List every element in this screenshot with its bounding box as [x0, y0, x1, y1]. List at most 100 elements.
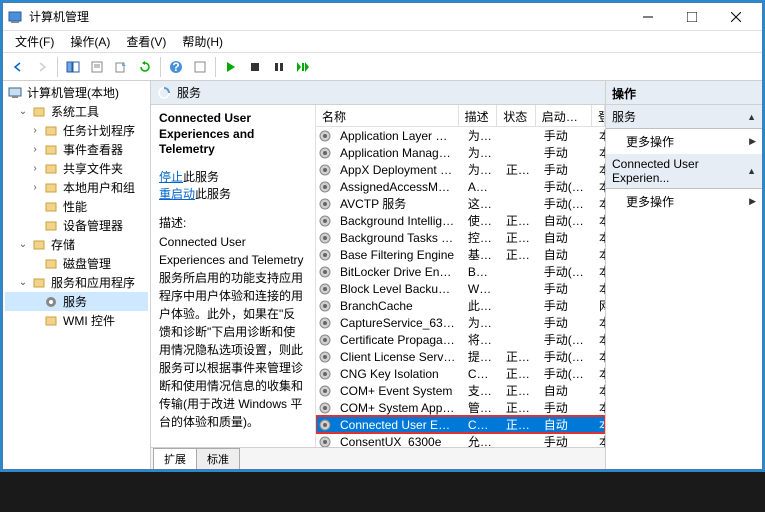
- item-icon: [43, 123, 59, 139]
- expand-toggle-icon[interactable]: ⌄: [17, 239, 29, 250]
- refresh-icon[interactable]: [157, 86, 171, 100]
- service-icon: [318, 418, 332, 432]
- action-more-2[interactable]: 更多操作▶: [606, 189, 762, 214]
- expand-toggle-icon[interactable]: ›: [29, 144, 41, 155]
- cell-status: 正在...: [500, 413, 538, 436]
- window-title: 计算机管理: [29, 8, 626, 25]
- menu-view[interactable]: 查看(V): [118, 31, 174, 52]
- show-hide-tree-button[interactable]: [62, 56, 84, 78]
- pause-button[interactable]: [268, 56, 290, 78]
- actions-section-selected[interactable]: Connected User Experien...▲: [606, 154, 762, 189]
- cell-status: [500, 201, 538, 207]
- item-icon: [43, 142, 59, 158]
- col-desc[interactable]: 描述: [459, 105, 498, 126]
- svg-text:?: ?: [172, 60, 179, 74]
- service-icon: [318, 401, 332, 415]
- menu-help[interactable]: 帮助(H): [174, 31, 231, 52]
- service-icon: [318, 435, 332, 448]
- tree-item[interactable]: ›事件查看器: [5, 140, 148, 159]
- description-label: 描述:: [159, 214, 307, 231]
- toolbar-separator: [160, 57, 161, 77]
- restart-button[interactable]: [292, 56, 314, 78]
- folder-icon: [31, 275, 47, 291]
- item-icon: [43, 313, 59, 329]
- col-start[interactable]: 启动类型: [536, 105, 592, 126]
- list-header[interactable]: 名称 描述 状态 启动类型 登: [316, 105, 605, 127]
- service-icon: [318, 163, 332, 177]
- cell-status: [500, 184, 538, 190]
- tree-item[interactable]: ›任务计划程序: [5, 121, 148, 140]
- menu-file[interactable]: 文件(F): [7, 31, 62, 52]
- tree-item[interactable]: ›共享文件夹: [5, 159, 148, 178]
- collapse-icon: ▲: [747, 112, 756, 122]
- tab-standard[interactable]: 标准: [196, 448, 240, 469]
- tree-item[interactable]: ›本地用户和组: [5, 178, 148, 197]
- service-icon: [318, 129, 332, 143]
- service-icon: [318, 231, 332, 245]
- expand-toggle-icon[interactable]: ›: [29, 125, 41, 136]
- cell-status: [500, 337, 538, 343]
- stop-service-link[interactable]: 停止: [159, 170, 183, 184]
- expand-toggle-icon[interactable]: ›: [29, 163, 41, 174]
- cell-status: [500, 320, 538, 326]
- tree-item[interactable]: 磁盘管理: [5, 254, 148, 273]
- maximize-button[interactable]: [670, 4, 714, 30]
- properties2-button[interactable]: [189, 56, 211, 78]
- submenu-icon: ▶: [749, 196, 756, 207]
- service-icon: [318, 180, 332, 194]
- folder-icon: [31, 237, 47, 253]
- tree-group[interactable]: ⌄服务和应用程序: [5, 273, 148, 292]
- folder-icon: [31, 104, 47, 120]
- export-button[interactable]: [110, 56, 132, 78]
- cell-status: [500, 303, 538, 309]
- description-text: Connected User Experiences and Telemetry…: [159, 233, 307, 431]
- back-button[interactable]: [7, 56, 29, 78]
- service-icon: [318, 146, 332, 160]
- action-more-1[interactable]: 更多操作▶: [606, 129, 762, 154]
- tree-root[interactable]: 计算机管理(本地): [5, 83, 148, 102]
- service-icon: [318, 350, 332, 364]
- tree-item[interactable]: WMI 控件: [5, 311, 148, 330]
- close-button[interactable]: [714, 4, 758, 30]
- col-status[interactable]: 状态: [497, 105, 536, 126]
- toolbar-separator: [57, 57, 58, 77]
- expand-toggle-icon[interactable]: ›: [29, 182, 41, 193]
- computer-icon: [7, 85, 23, 101]
- col-name[interactable]: 名称: [316, 105, 459, 126]
- center-header-label: 服务: [177, 84, 201, 101]
- actions-header: 操作: [606, 81, 762, 105]
- services-list[interactable]: 名称 描述 状态 启动类型 登 Application Layer Gatewa…: [315, 105, 605, 447]
- service-row[interactable]: ConsentUX_6300e允许...手动本: [316, 433, 605, 447]
- col-logon[interactable]: 登: [592, 105, 605, 126]
- tree-group[interactable]: ⌄系统工具: [5, 102, 148, 121]
- cell-logon: 本: [593, 430, 605, 447]
- properties-button[interactable]: [86, 56, 108, 78]
- taskbar[interactable]: [0, 472, 765, 512]
- cell-status: [500, 133, 538, 139]
- expand-toggle-icon[interactable]: ⌄: [17, 106, 29, 117]
- tree-pane[interactable]: 计算机管理(本地) ⌄系统工具›任务计划程序›事件查看器›共享文件夹›本地用户和…: [3, 81, 151, 469]
- item-icon: [43, 180, 59, 196]
- refresh-button[interactable]: [134, 56, 156, 78]
- collapse-icon: ▲: [747, 166, 756, 176]
- play-button[interactable]: [220, 56, 242, 78]
- stop-button[interactable]: [244, 56, 266, 78]
- restart-service-link[interactable]: 重启动: [159, 187, 195, 201]
- service-icon: [318, 282, 332, 296]
- titlebar: 计算机管理: [3, 3, 762, 31]
- tree-item[interactable]: 设备管理器: [5, 216, 148, 235]
- actions-section-services[interactable]: 服务▲: [606, 105, 762, 129]
- menu-action[interactable]: 操作(A): [62, 31, 118, 52]
- tree-item[interactable]: 性能: [5, 197, 148, 216]
- tab-extended[interactable]: 扩展: [153, 448, 197, 469]
- help-button[interactable]: ?: [165, 56, 187, 78]
- expand-toggle-icon[interactable]: ⌄: [17, 277, 29, 288]
- submenu-icon: ▶: [749, 136, 756, 147]
- item-icon: [43, 199, 59, 215]
- tree-item[interactable]: 服务: [5, 292, 148, 311]
- minimize-button[interactable]: [626, 4, 670, 30]
- tree-group[interactable]: ⌄存储: [5, 235, 148, 254]
- view-tabs: 扩展 标准: [151, 447, 605, 469]
- service-icon: [318, 248, 332, 262]
- selected-service-name: Connected User Experiences and Telemetry: [159, 111, 307, 158]
